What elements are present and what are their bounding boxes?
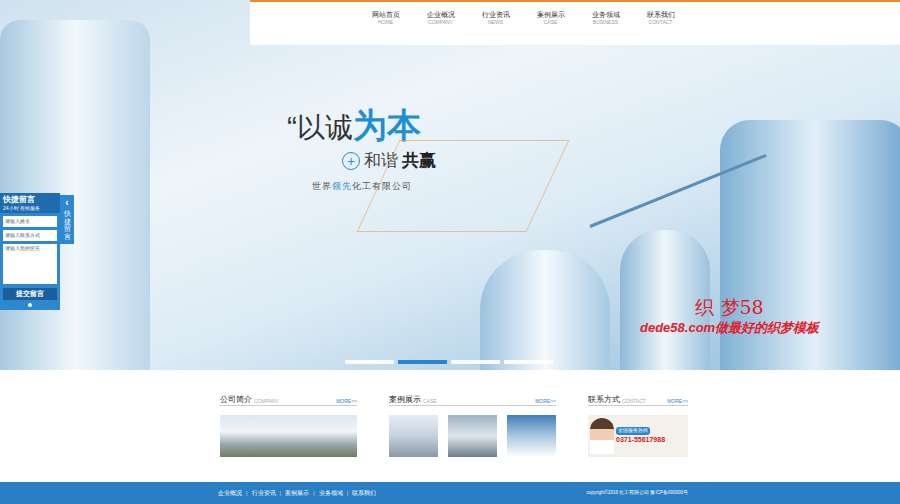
company-photo (220, 415, 357, 457)
submit-button[interactable]: 提交留言 (3, 288, 57, 301)
top-nav: 网站首页HOME企业概况COMPANY行业资讯NEWS案例展示CASE业务领域B… (250, 0, 900, 45)
slide-bar[interactable] (398, 360, 447, 364)
nav-item[interactable]: 企业概况COMPANY (413, 2, 468, 45)
slide-bar[interactable] (504, 360, 553, 364)
footer-link[interactable]: 企业概况 (218, 489, 242, 498)
slide-dots (345, 360, 553, 364)
slide-bar[interactable] (451, 360, 500, 364)
banner: 网站首页HOME企业概况COMPANY行业资讯NEWS案例展示CASE业务领域B… (0, 0, 900, 370)
section-header: 联系方式CONTACTMORE>> (588, 396, 688, 406)
section-header: 公司简介COMPANYMORE>> (220, 396, 357, 406)
section-1: 案例展示CASEMORE>> (389, 396, 556, 482)
more-link[interactable]: MORE>> (535, 399, 556, 404)
slogan: “以诚为本+和谐共赢世界领先化工有限公司 (287, 108, 436, 193)
content: 公司简介COMPANYMORE>> 案例展示CASEMORE>> 联系方式CONTA… (0, 370, 900, 482)
dot-icon (28, 303, 32, 307)
quick-message-tab[interactable]: ‹快捷留言 (60, 195, 74, 244)
name-field[interactable] (3, 216, 57, 227)
section-0: 公司简介COMPANYMORE>> (220, 396, 357, 482)
case-photo[interactable] (448, 415, 497, 457)
contact-card: 全国服务热线0371-55617988 (588, 415, 688, 457)
footer-link[interactable]: 业务领域 (319, 489, 343, 498)
message-field[interactable] (3, 244, 57, 284)
nav-item[interactable]: 网站首页HOME (358, 2, 413, 45)
arrow-icon: ‹ (65, 198, 68, 208)
case-photo[interactable] (507, 415, 556, 457)
contact-field[interactable] (3, 230, 57, 241)
section-2: 联系方式CONTACTMORE>> 全国服务热线0371-55617988 (588, 396, 688, 482)
more-link[interactable]: MORE>> (667, 399, 688, 404)
nav-item[interactable]: 联系我们CONTACT (633, 2, 688, 45)
case-photo[interactable] (389, 415, 438, 457)
slide-bar[interactable] (345, 360, 394, 364)
footer-link[interactable]: 联系我们 (352, 489, 376, 498)
plus-icon: + (342, 152, 360, 170)
footer-link[interactable]: 行业资讯 (252, 489, 276, 498)
footer: 企业概况|行业资讯|案例展示|业务领域|联系我们copyright©2016 化… (0, 482, 900, 504)
more-link[interactable]: MORE>> (336, 399, 357, 404)
footer-link[interactable]: 案例展示 (285, 489, 309, 498)
person-icon (590, 418, 614, 454)
section-header: 案例展示CASEMORE>> (389, 396, 556, 406)
nav-item[interactable]: 行业资讯NEWS (468, 2, 523, 45)
watermark: 织 梦58dede58.com做最好的织梦模板 (640, 296, 819, 337)
quick-message: 快捷留言24小时 在线服务提交留言‹快捷留言 (0, 193, 74, 310)
nav-item[interactable]: 案例展示CASE (523, 2, 578, 45)
nav-item[interactable]: 业务领域BUSINESS (578, 2, 633, 45)
tank-mid (480, 250, 610, 370)
